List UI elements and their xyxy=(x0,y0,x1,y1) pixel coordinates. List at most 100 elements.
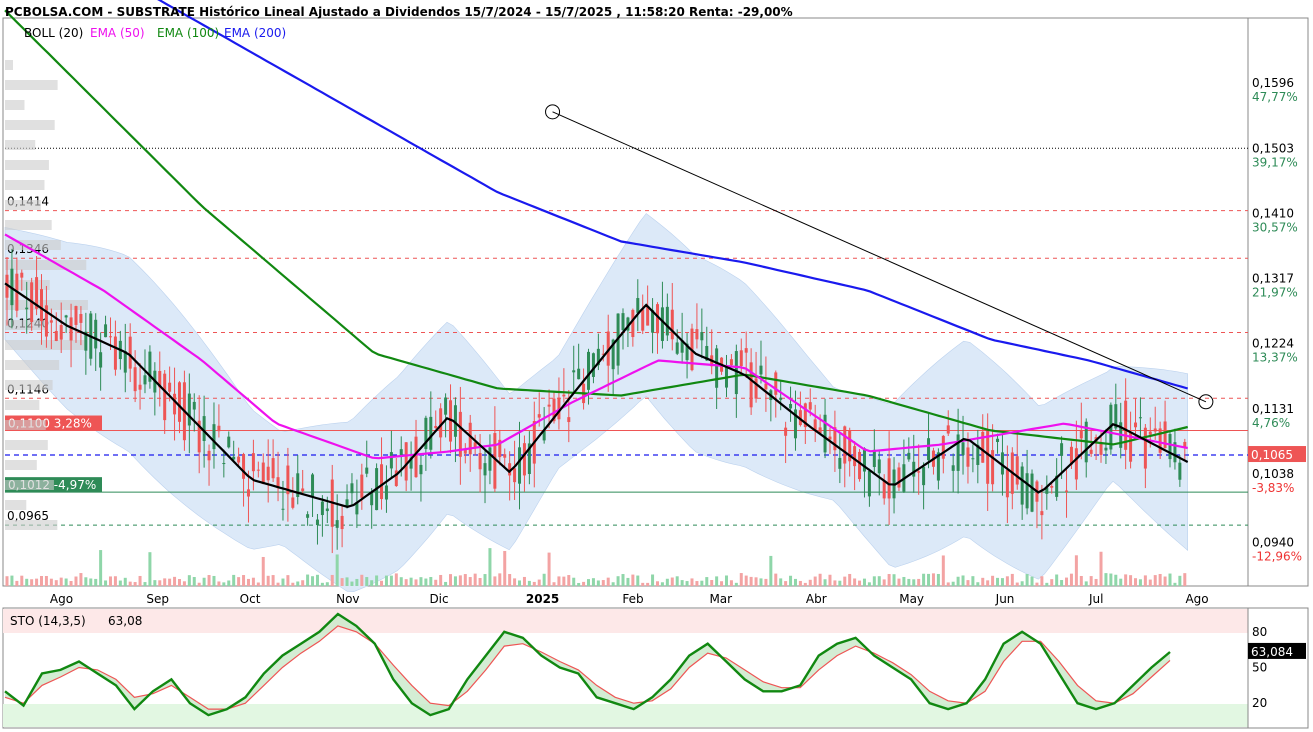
volume-bar xyxy=(84,577,88,586)
volume-bar xyxy=(89,578,93,586)
candle xyxy=(941,435,945,459)
candle xyxy=(1050,485,1054,488)
volume-bar xyxy=(902,576,906,586)
candle xyxy=(917,471,921,473)
volume-bar xyxy=(404,579,408,586)
volume-bar xyxy=(232,574,236,586)
volume-bar xyxy=(532,581,536,586)
volume-bar xyxy=(660,582,664,586)
volume-profile-bar xyxy=(5,160,49,170)
volume-bar xyxy=(695,581,699,586)
price-tick: 0,1131 xyxy=(1252,402,1294,416)
sto-value: 63,08 xyxy=(108,614,142,628)
volume-bar xyxy=(335,554,339,586)
candle xyxy=(227,436,231,448)
candle xyxy=(922,466,926,486)
volume-bar xyxy=(246,578,250,586)
volume-bar xyxy=(1148,579,1152,586)
candle xyxy=(94,319,98,349)
candle xyxy=(774,372,778,395)
candle xyxy=(577,368,581,380)
candle xyxy=(562,394,566,397)
volume-profile-bar xyxy=(5,100,25,110)
volume-bar xyxy=(39,575,43,586)
candle xyxy=(789,403,793,409)
volume-bar xyxy=(350,581,354,586)
volume-bar xyxy=(1065,577,1069,586)
volume-bar xyxy=(1030,576,1034,586)
volume-profile-bar xyxy=(5,200,41,210)
volume-bar xyxy=(1010,573,1014,586)
volume-bar xyxy=(301,580,305,586)
volume-bar xyxy=(798,580,802,586)
legend-boll: BOLL (20) xyxy=(24,26,83,40)
candle xyxy=(1099,443,1103,455)
volume-profile-bar xyxy=(5,520,58,530)
volume-bar xyxy=(700,580,704,586)
volume-bar xyxy=(463,574,467,586)
volume-bar xyxy=(1163,576,1167,586)
candle xyxy=(478,452,482,470)
volume-bar xyxy=(1158,573,1162,586)
volume-bar xyxy=(1020,581,1024,586)
candle xyxy=(99,352,103,368)
volume-bar xyxy=(591,578,595,586)
sto-tick: 20 xyxy=(1252,696,1267,710)
volume-bar xyxy=(606,577,610,586)
candle xyxy=(1138,417,1142,419)
volume-bar xyxy=(867,582,871,586)
volume-bar xyxy=(187,575,191,586)
volume-bar xyxy=(641,582,645,586)
price-tick: 0,1596 xyxy=(1252,76,1294,90)
volume-bar xyxy=(1015,582,1019,586)
volume-bar xyxy=(153,580,157,586)
volume-bar xyxy=(720,581,724,586)
volume-profile-bar xyxy=(5,60,13,70)
volume-bar xyxy=(1143,575,1147,586)
volume-bar xyxy=(877,576,881,586)
volume-bar xyxy=(355,578,359,586)
volume-bar xyxy=(227,580,231,586)
candle xyxy=(301,488,305,492)
volume-bar xyxy=(281,578,285,586)
volume-bar xyxy=(1079,575,1083,586)
volume-bar xyxy=(547,552,551,586)
volume-bar xyxy=(621,574,625,586)
candle xyxy=(759,365,763,375)
volume-bar xyxy=(133,582,137,586)
volume-bar xyxy=(320,582,324,586)
candle xyxy=(1015,456,1019,485)
candle xyxy=(177,382,181,422)
candle xyxy=(483,463,487,476)
candle xyxy=(784,427,788,436)
volume-bar xyxy=(626,577,630,586)
candle xyxy=(242,454,246,479)
volume-bar xyxy=(936,573,940,586)
candle xyxy=(853,446,857,467)
candle xyxy=(143,375,147,385)
volume-bar xyxy=(104,580,108,586)
candle xyxy=(419,464,423,475)
volume-bar xyxy=(1005,576,1009,586)
volume-bar xyxy=(330,574,334,586)
candle xyxy=(1089,449,1093,454)
candle xyxy=(675,342,679,354)
volume-bar xyxy=(1114,574,1118,586)
volume-bar xyxy=(271,575,275,586)
volume-bar xyxy=(276,582,280,586)
x-tick: Sep xyxy=(146,592,169,606)
volume-bar xyxy=(15,580,19,586)
candle xyxy=(1060,443,1064,456)
volume-bar xyxy=(749,576,753,586)
price-tick: 0,1317 xyxy=(1252,272,1294,286)
volume-bar xyxy=(113,576,117,586)
legend-ema50: EMA (50) xyxy=(90,26,145,40)
volume-bar xyxy=(542,573,546,586)
price-tick: 0,1410 xyxy=(1252,206,1294,220)
candle xyxy=(320,501,324,516)
volume-profile-bar xyxy=(5,500,27,510)
volume-bar xyxy=(665,578,669,586)
last-price-label: 0,1065 xyxy=(1251,448,1293,462)
candle xyxy=(946,425,950,434)
volume-bar xyxy=(291,582,295,586)
